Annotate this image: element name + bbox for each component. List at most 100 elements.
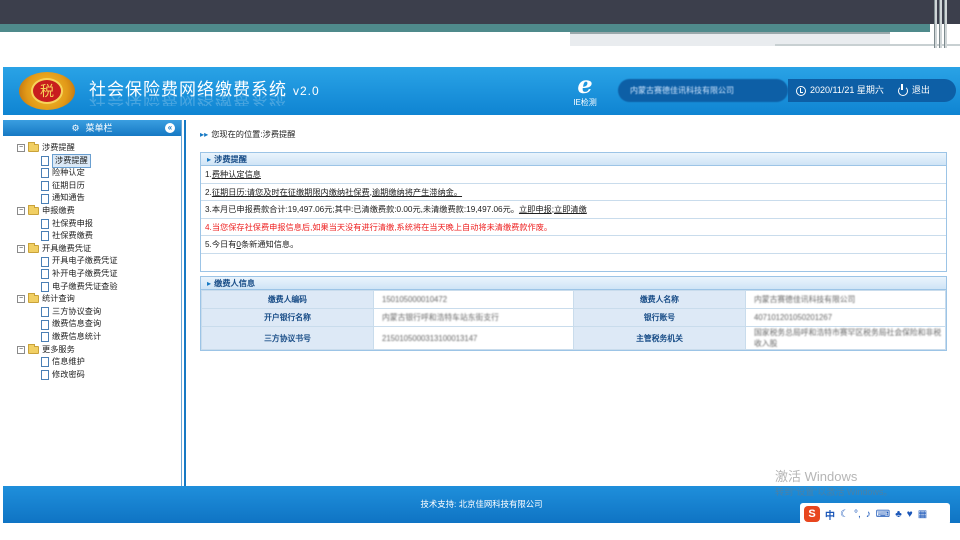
folder-icon	[28, 142, 39, 153]
reminder-row-1: 1.费种认定信息	[201, 166, 946, 184]
reminder-row-3: 3.本月已申报费款合计:19,497.06元;其中:已清缴费款:0.00元,未清…	[201, 201, 946, 219]
field-label: 缴费人编码	[201, 290, 374, 309]
file-icon	[41, 369, 49, 380]
ie-icon: e	[577, 70, 593, 99]
folder-icon	[28, 243, 39, 254]
menu-item[interactable]: 信息维护	[17, 356, 181, 369]
menu-item[interactable]: 社保费缴费	[17, 230, 181, 243]
file-icon	[41, 332, 49, 343]
ime-toolbar[interactable]: S 中 ☾ °, ♪ ⌨ ♣ ♥ ▦	[800, 503, 950, 525]
field-label: 银行账号	[573, 308, 746, 327]
punctuation-icon[interactable]: °,	[854, 509, 861, 520]
mic-icon[interactable]: ♪	[866, 509, 871, 520]
calendar-link[interactable]: 征期日历:请您及时在征缴期限内缴纳社保费,逾期缴纳将产生滞纳金。	[212, 188, 462, 197]
menu-item[interactable]: 通知通告	[17, 192, 181, 205]
skin-icon[interactable]: ♣	[895, 509, 902, 520]
expand-toggle-icon[interactable]: −	[17, 345, 25, 354]
reminder-row-4: 4.当您保存社保费申报信息后,如果当天没有进行清缴,系统将在当天晚上自动将未清缴…	[201, 219, 946, 236]
menu-item[interactable]: 社保费申报	[17, 218, 181, 231]
menu-item[interactable]: 补开电子缴费凭证	[17, 268, 181, 281]
grid-icon[interactable]: ▦	[918, 509, 927, 520]
reminder-panel-title: ▸ 涉费提醒	[201, 153, 946, 166]
file-icon	[41, 168, 49, 179]
menu-item[interactable]: 电子缴费凭证查验	[17, 281, 181, 294]
fee-type-link[interactable]: 费种认定信息	[212, 170, 261, 179]
bullet-icon: ▸	[207, 279, 212, 288]
menu-group[interactable]: − 申报缴费	[17, 205, 181, 218]
logout-button[interactable]: 退出	[912, 79, 930, 102]
collapse-icon[interactable]: «	[165, 123, 175, 133]
file-icon	[41, 281, 49, 292]
shirt-icon[interactable]: ♥	[907, 509, 913, 520]
power-icon[interactable]	[897, 83, 908, 96]
breadcrumb-arrow-icon: ▸▸	[200, 130, 209, 139]
payer-info-table: 缴费人编码 150105000010472 缴费人名称 内蒙古赛德佳讯科技有限公司 开户…	[201, 290, 946, 350]
slide-corner-bars	[934, 0, 952, 48]
reminder-row-empty	[201, 254, 946, 272]
file-icon	[41, 269, 49, 280]
file-icon	[41, 181, 49, 192]
slide-top-bar	[0, 0, 960, 24]
file-icon	[41, 218, 49, 229]
keyboard-icon[interactable]: ⌨	[876, 509, 890, 520]
table-row: 开户银行名称 内蒙古银行呼和浩特车站东街支行 银行账号 407101201050201…	[201, 308, 946, 327]
field-label: 三方协议书号	[201, 326, 374, 350]
slide-teal-stripe	[0, 24, 930, 32]
table-row: 缴费人编码 150105000010472 缴费人名称 内蒙古赛德佳讯科技有限公司	[201, 290, 946, 309]
pay-now-link[interactable]: 立即清缴	[554, 205, 587, 214]
activate-windows-watermark: 激活 Windows	[775, 469, 858, 484]
expand-toggle-icon[interactable]: −	[17, 207, 25, 216]
file-icon	[41, 307, 49, 318]
field-label: 主管税务机关	[573, 326, 746, 350]
menu-item[interactable]: 险种认定	[17, 167, 181, 180]
reminder-row-5: 5.今日有0条新通知信息。	[201, 236, 946, 254]
field-value: 150105000010472	[373, 290, 574, 309]
folder-icon	[28, 293, 39, 304]
breadcrumb: ▸▸ 您现在的位置:涉费提醒	[200, 130, 296, 139]
field-value: 内蒙古银行呼和浩特车站东街支行	[373, 308, 574, 327]
system-title-reflection: 社会保险费网络缴费系统	[89, 94, 287, 106]
company-name: 内蒙古赛德佳讯科技有限公司	[618, 79, 788, 102]
sidebar: ⚙ 菜单栏 « − 涉费提醒 涉费提醒 险种认定 征期日历 通知通告 − 申报缴费 社保费申报 社保…	[3, 120, 182, 486]
file-icon	[41, 155, 49, 166]
reminder-panel: ▸ 涉费提醒 1.费种认定信息 2.征期日历:请您及时在征缴期限内缴纳社保费,逾期…	[200, 152, 947, 272]
menu-group[interactable]: − 更多服务	[17, 343, 181, 357]
main-content: ▸▸ 您现在的位置:涉费提醒 ▸ 涉费提醒 1.费种认定信息 2.征期日历:请您及时…	[184, 120, 960, 486]
slide-thin-line	[775, 44, 960, 46]
tax-emblem-icon: 税	[19, 72, 75, 110]
menu-item[interactable]: 征期日历	[17, 180, 181, 193]
folder-icon	[28, 343, 39, 354]
field-label: 缴费人名称	[573, 290, 746, 309]
menu-item[interactable]: 缴费信息统计	[17, 331, 181, 344]
expand-toggle-icon[interactable]: −	[17, 144, 25, 153]
menu-group[interactable]: − 开具缴费凭证	[17, 243, 181, 256]
menu-item[interactable]: 缴费信息查询	[17, 318, 181, 331]
menu-item[interactable]: 修改密码	[17, 369, 181, 382]
menu-tree: − 涉费提醒 涉费提醒 险种认定 征期日历 通知通告 − 申报缴费 社保费申报 社保费缴费 − 开具缴…	[3, 136, 181, 381]
file-icon	[41, 231, 49, 242]
ie-check-button[interactable]: e IE检测	[565, 73, 605, 113]
menu-item[interactable]: 涉费提醒	[17, 153, 181, 169]
expand-toggle-icon[interactable]: −	[17, 245, 25, 254]
header-status: 2020/11/21 星期六 退出	[788, 79, 956, 102]
field-label: 开户银行名称	[201, 308, 374, 327]
menu-item[interactable]: 开具电子缴费凭证	[17, 255, 181, 268]
app-header: 税 社会保险费网络缴费系统 v2.0 社会保险费网络缴费系统 e IE检测 内蒙古…	[3, 67, 960, 115]
menu-item[interactable]: 三方协议查询	[17, 306, 181, 319]
file-icon	[41, 357, 49, 368]
field-value: 2150105000313100013147	[373, 326, 574, 350]
file-icon	[41, 193, 49, 204]
activate-windows-subtext: 转到"设置"以激活 Windows。	[775, 487, 893, 497]
ime-lang-toggle[interactable]: 中	[825, 507, 835, 522]
menu-group[interactable]: − 统计查询	[17, 293, 181, 306]
bullet-icon: ▸	[207, 155, 212, 164]
menu-group[interactable]: − 涉费提醒	[17, 142, 181, 155]
gear-icon: ⚙	[71, 123, 80, 133]
expand-toggle-icon[interactable]: −	[17, 295, 25, 304]
payer-panel: ▸ 缴费人信息 缴费人编码 150105000010472 缴费人名称 内蒙古赛德佳讯科…	[200, 276, 947, 351]
field-value: 国家税务总局呼和浩特市赛罕区税务局社会保险和非税收入股	[745, 326, 946, 350]
table-row: 三方协议书号 2150105000313100013147 主管税务机关 国家税务总局…	[201, 326, 946, 350]
app-window: 税 社会保险费网络缴费系统 v2.0 社会保险费网络缴费系统 e IE检测 内蒙古…	[3, 67, 960, 523]
moon-icon[interactable]: ☾	[840, 509, 849, 520]
declare-now-link[interactable]: 立即申报	[519, 205, 552, 214]
